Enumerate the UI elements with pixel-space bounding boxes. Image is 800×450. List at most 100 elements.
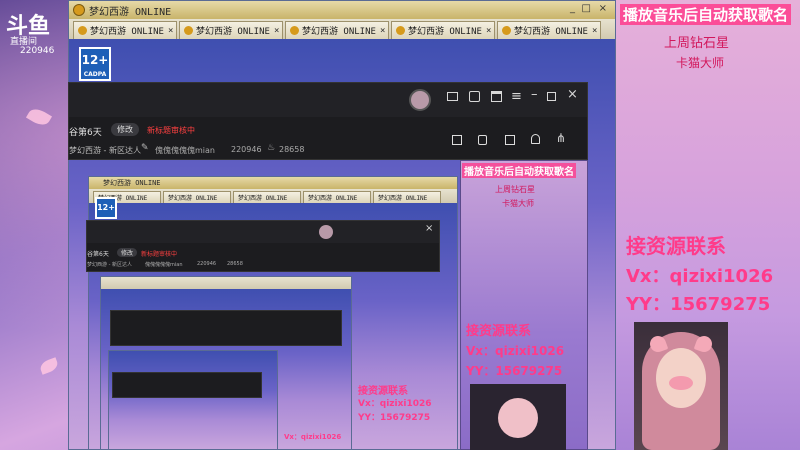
close-icon[interactable]: ×	[425, 223, 433, 234]
deep-vx: Vx：qizixi1026	[358, 399, 432, 409]
pig-filter-face	[498, 398, 538, 438]
panel-toolbar: ≡ – ×	[69, 83, 587, 117]
game-tab-label: 梦幻西游 ONLINE	[378, 195, 428, 202]
menu-icon[interactable]: ≡	[511, 89, 522, 104]
shirt-icon[interactable]	[491, 91, 502, 102]
game-tab-label: 梦幻西游 ONLINE	[302, 27, 376, 37]
heat-count: 28658	[279, 145, 305, 154]
game-tab-label: 梦幻西游 ONLINE	[514, 27, 588, 37]
age-rating-caption: CADPA	[83, 71, 107, 78]
close-icon[interactable]: ×	[567, 87, 578, 102]
game-titlebar: 梦幻西游 ONLINE _ □ ×	[69, 1, 615, 20]
contact-title: 接资源联系	[626, 234, 726, 258]
room-category: 梦幻西游 - 新区达人	[69, 146, 141, 155]
game-tab[interactable]: 梦幻西游 ONLINE	[163, 191, 231, 203]
webcam-view	[634, 322, 728, 450]
nested-game-title: 梦幻西游 ONLINE	[103, 179, 161, 187]
heat-icon: ♨	[267, 143, 276, 153]
nested-age-text: 12+	[97, 203, 115, 212]
nested-cat-master: 卡猫大师	[502, 199, 534, 208]
maximize-icon[interactable]	[547, 92, 556, 101]
room-id: 220946	[231, 145, 262, 154]
game-tab-label: 梦幻西游 ONLINE	[238, 195, 288, 202]
lock-icon[interactable]	[478, 135, 487, 145]
screen-icon[interactable]	[447, 92, 458, 101]
nested-game-window-deeper	[108, 350, 278, 450]
nested-contact-title: 接资源联系	[466, 324, 532, 339]
deep-contact-title: 接资源联系	[358, 386, 408, 397]
nested-heat: 28658	[227, 261, 243, 267]
deeper-game-scene	[109, 351, 277, 449]
age-rating-badge: 12+ CADPA	[79, 47, 111, 81]
game-tab[interactable]: 梦幻西游 ONLINE ×	[391, 21, 495, 39]
game-tab-label: 梦幻西游 ONLINE	[308, 195, 358, 202]
tab-close-icon[interactable]: ×	[588, 26, 597, 36]
game-tab-label: 梦幻西游 ONLINE	[408, 27, 482, 37]
title-review-status: 新标题审核中	[147, 126, 195, 135]
pig-nose-icon	[669, 376, 693, 390]
douyu-room-id: 220946	[20, 46, 55, 56]
avatar[interactable]	[409, 89, 431, 111]
close-button[interactable]: ×	[599, 3, 607, 14]
game-tab[interactable]: 梦幻西游 ONLINE ×	[73, 21, 177, 39]
nested-panel-toolbar: ×	[87, 221, 439, 243]
nested-streamer-panel: × 谷第6天 修改 新标题审核中 梦幻西游 - 新区达人 傀傀傀傀傀mian 2…	[86, 220, 440, 272]
edit-pencil-icon[interactable]: ✎	[141, 143, 149, 153]
edit-title-button[interactable]: 修改	[111, 123, 139, 136]
tab-close-icon[interactable]: ×	[376, 26, 385, 36]
game-tab[interactable]: 梦幻西游 ONLINE	[233, 191, 301, 203]
minimize-button[interactable]: _	[570, 3, 575, 14]
nested-vx: Vx：qizixi1026	[466, 344, 565, 358]
nested-room-id: 220946	[197, 261, 217, 267]
deeper-streamer-panel	[112, 372, 262, 398]
minimize-icon[interactable]: –	[531, 87, 538, 102]
nested-edit-button[interactable]: 修改	[117, 248, 138, 257]
share-icon[interactable]: ⋔	[556, 131, 566, 145]
tab-close-icon[interactable]: ×	[270, 26, 279, 36]
game-title: 梦幻西游 ONLINE	[89, 7, 172, 18]
nested-tab-bar: 梦幻西游 ONLINE 梦幻西游 ONLINE 梦幻西游 ONLINE 梦幻西游…	[89, 189, 457, 203]
music-headline: 播放音乐后自动获取歌名	[620, 4, 792, 25]
game-tab[interactable]: 梦幻西游 ONLINE ×	[497, 21, 601, 39]
nested-room-category: 梦幻西游 - 新区达人	[87, 262, 132, 268]
game-tab[interactable]: 梦幻西游 ONLINE ×	[179, 21, 283, 39]
nested-week-star: 上周钻石星	[495, 185, 535, 194]
nested-age-badge: 12+	[95, 197, 117, 219]
game-tab-label: 梦幻西游 ONLINE	[196, 27, 270, 37]
maximize-button[interactable]: □	[582, 3, 591, 14]
tab-close-icon[interactable]: ×	[164, 26, 173, 36]
tab-close-icon[interactable]: ×	[482, 26, 491, 36]
douyu-brand-strip: 斗鱼 直播间 220946	[0, 0, 68, 450]
game-tab-icon	[396, 26, 405, 35]
streamer-nickname: 傀傀傀傀傀mian	[155, 146, 215, 155]
gift-icon[interactable]	[452, 135, 462, 145]
game-logo-icon	[73, 4, 85, 16]
game-tab-label: 梦幻西游 ONLINE	[168, 195, 218, 202]
streamer-panel: ≡ – × 谷第6天 修改 新标题审核中 梦幻西游 - 新区达人 ✎ 傀傀傀傀傀…	[68, 82, 588, 160]
game-tab[interactable]: 梦幻西游 ONLINE ×	[285, 21, 389, 39]
game-tab-bar: 梦幻西游 ONLINE × 梦幻西游 ONLINE × 梦幻西游 ONLINE × 梦…	[69, 19, 615, 39]
nested-room-title: 谷第6天	[87, 251, 109, 258]
contact-yy: YY：15679275	[626, 294, 771, 315]
game-tab-label: 梦幻西游 ONLINE	[90, 27, 164, 37]
nested-title-status: 新标题审核中	[141, 251, 178, 258]
bell-icon[interactable]	[531, 134, 540, 144]
game-tab[interactable]: 梦幻西游 ONLINE	[303, 191, 371, 203]
avatar[interactable]	[319, 225, 333, 239]
game-tab[interactable]: 梦幻西游 ONLINE	[373, 191, 441, 203]
bag-icon[interactable]	[469, 91, 480, 102]
room-title: 谷第6天	[69, 128, 102, 138]
contact-vx: Vx：qizixi1026	[626, 266, 774, 287]
nested-yy: YY：15679275	[466, 364, 563, 378]
game-tab-icon	[502, 26, 511, 35]
layout-icon[interactable]	[505, 135, 515, 145]
nested-headline: 播放音乐后自动获取歌名	[462, 163, 576, 178]
deeper-vx: Vx：qizixi1026	[284, 433, 342, 441]
game-tab-icon	[290, 26, 299, 35]
nested-nickname: 傀傀傀傀傀mian	[145, 262, 183, 268]
deep-tab-bar	[101, 277, 351, 289]
game-tab-icon	[184, 26, 193, 35]
deep-streamer-panel	[110, 310, 342, 346]
cat-master-label: 卡猫大师	[676, 56, 725, 70]
age-rating-text: 12+	[81, 53, 109, 67]
